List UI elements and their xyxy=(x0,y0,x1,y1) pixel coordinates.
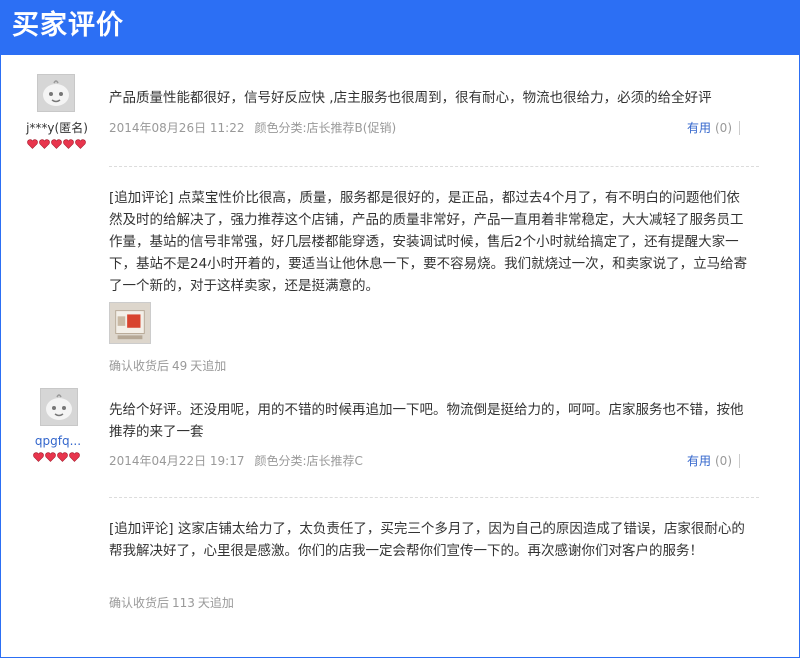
buyer-reviews-page: 买家评价 j***y(匿名) 产品质量性能都很好，信号好反应快 ,店主服务也很周… xyxy=(0,0,800,659)
dashed-divider xyxy=(109,497,759,498)
review-date: 2014年08月26日 11:22 xyxy=(109,121,245,135)
reviews-panel xyxy=(0,55,800,658)
reviewer-rating xyxy=(33,452,81,464)
heart-icon xyxy=(27,139,38,149)
review-content: 产品质量性能都很好，信号好反应快 ,店主服务也很周到，很有耐心，物流也很给力，必… xyxy=(109,90,712,106)
followup-days: 49 xyxy=(172,359,188,373)
followup-content: [追加评论] 点菜宝性价比很高，质量，服务都是很好的，是正品，都过去4个月了，有… xyxy=(109,190,748,294)
followup-suffix: 天追加 xyxy=(197,596,234,610)
reviewer-name: j***y(匿名) xyxy=(26,121,88,135)
review-sku: 颜色分类:店长推荐B(促销) xyxy=(254,121,397,135)
followup-suffix: 天追加 xyxy=(190,359,227,373)
reviewer-rating xyxy=(27,139,87,151)
review-sku: 颜色分类:店长推荐C xyxy=(254,454,363,468)
useful-button[interactable]: 有用 (0) xyxy=(687,120,732,136)
followup-time: 确认收货后 113 天追加 xyxy=(109,595,234,611)
divider xyxy=(739,454,740,468)
header-bar: 买家评价 xyxy=(0,0,800,55)
page-title: 买家评价 xyxy=(12,10,124,41)
heart-icon xyxy=(63,139,74,149)
review-date: 2014年04月22日 19:17 xyxy=(109,454,245,468)
dashed-divider xyxy=(109,166,759,167)
useful-button[interactable]: 有用 (0) xyxy=(687,453,732,469)
review-meta: 2014年04月22日 19:17 颜色分类:店长推荐C xyxy=(109,453,363,469)
reviewer-name[interactable]: qpgfq... xyxy=(13,433,103,449)
heart-icon xyxy=(39,139,50,149)
default-avatar-icon[interactable] xyxy=(40,388,78,426)
heart-icon xyxy=(69,452,80,462)
divider xyxy=(739,121,740,135)
review-content: 先给个好评。还没用呢，用的不错的时候再追加一下吧。物流倒是挺给力的，呵呵。店家服… xyxy=(109,402,744,440)
useful-count: (0) xyxy=(715,454,732,468)
review-photo-thumbnail[interactable] xyxy=(109,302,151,344)
heart-icon xyxy=(45,452,56,462)
followup-days: 113 xyxy=(172,596,195,610)
useful-label[interactable]: 有用 xyxy=(687,454,711,468)
default-avatar-icon[interactable] xyxy=(37,74,75,112)
heart-icon xyxy=(33,452,44,462)
heart-icon xyxy=(51,139,62,149)
heart-icon xyxy=(75,139,86,149)
followup-content: [追加评论] 这家店铺太给力了，太负责任了，买完三个多月了，因为自己的原因造成了… xyxy=(109,521,745,559)
followup-prefix: 确认收货后 xyxy=(109,359,170,373)
followup-time: 确认收货后 49 天追加 xyxy=(109,358,226,374)
heart-icon xyxy=(57,452,68,462)
review-meta: 2014年08月26日 11:22 颜色分类:店长推荐B(促销) xyxy=(109,120,396,136)
followup-prefix: 确认收货后 xyxy=(109,596,170,610)
useful-count: (0) xyxy=(715,121,732,135)
useful-label[interactable]: 有用 xyxy=(687,121,711,135)
